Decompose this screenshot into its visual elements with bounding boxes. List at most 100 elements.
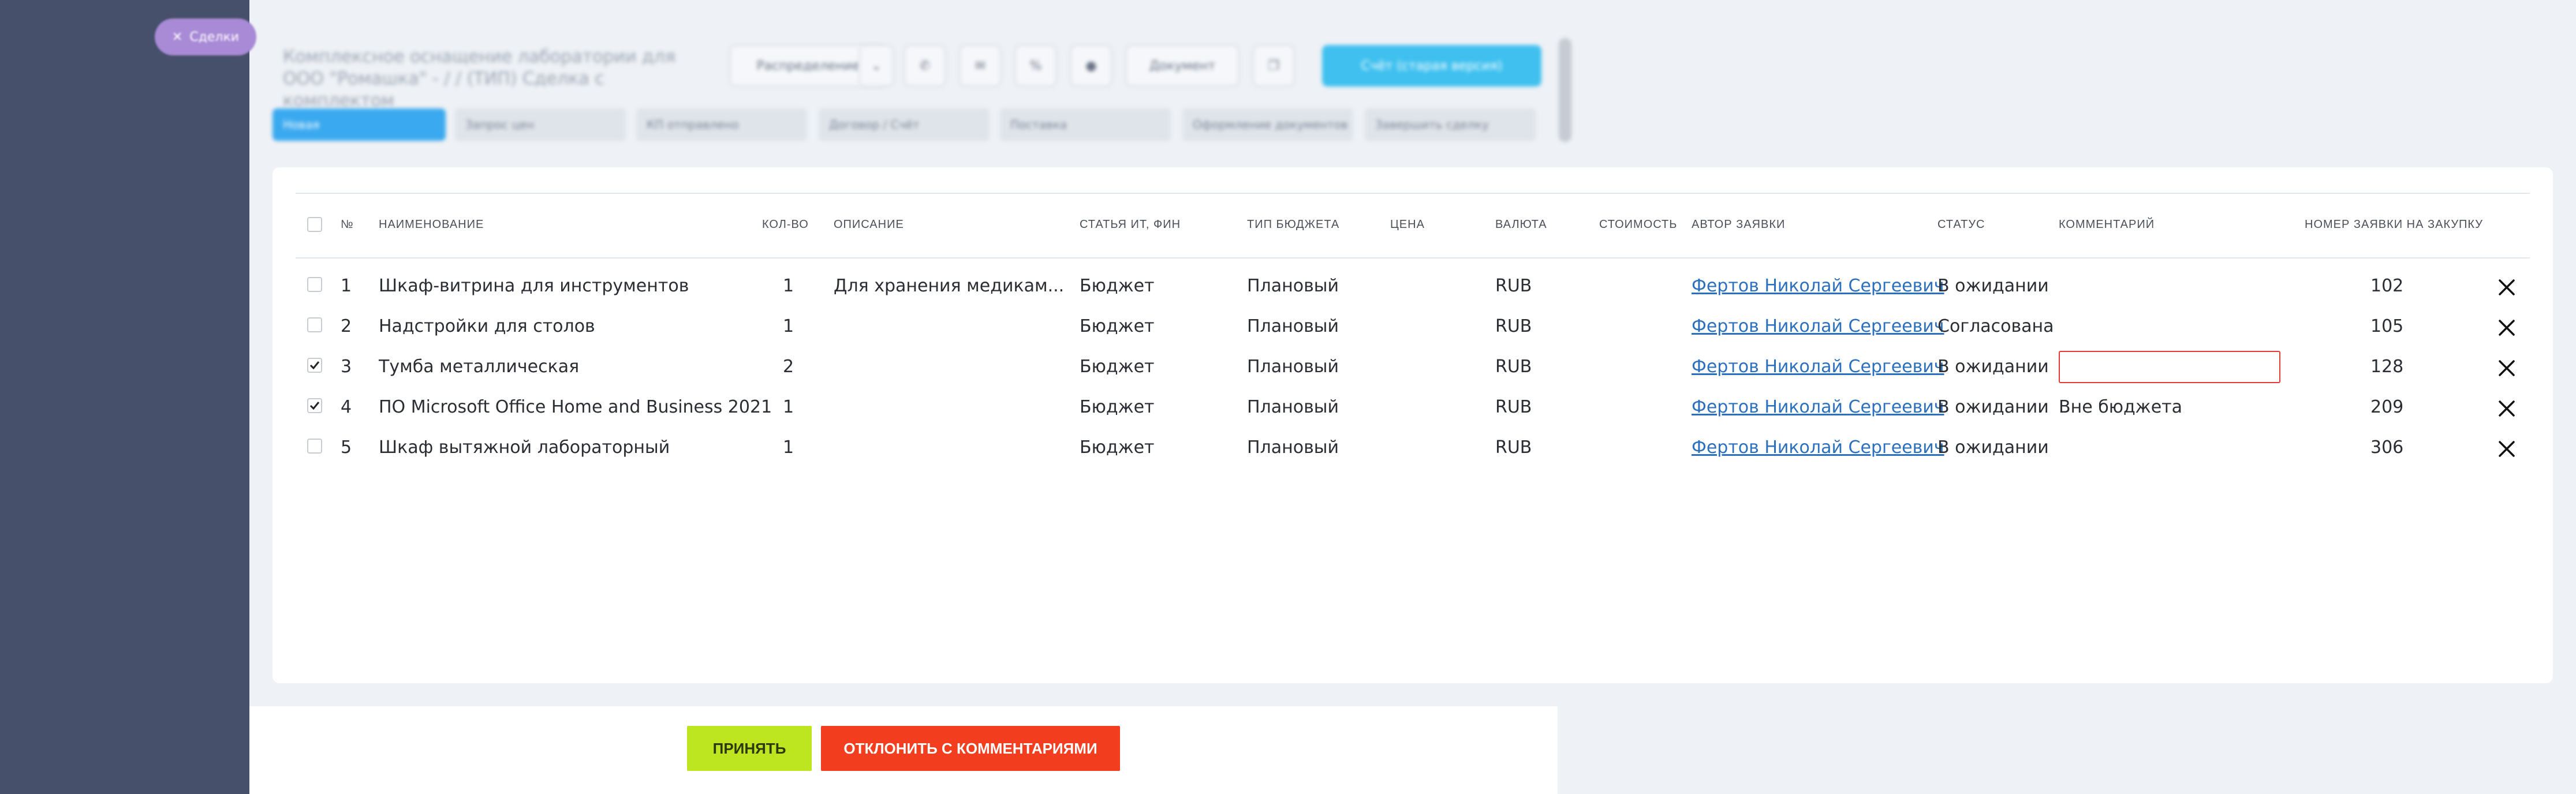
row-currency: RUB <box>1495 437 1532 458</box>
stage-tag[interactable]: Новая <box>272 108 446 141</box>
row-desc: Для хранения медикам... <box>834 276 1065 296</box>
col-price: ЦЕНА <box>1390 218 1425 231</box>
col-status: СТАТУС <box>1937 218 1985 231</box>
row-status: Согласована <box>1937 316 2054 336</box>
row-num: 5 <box>341 437 352 458</box>
close-icon[interactable] <box>2496 317 2517 338</box>
author-link[interactable]: Фертов Николай Сергеевич <box>1692 357 1944 377</box>
row-qty: 1 <box>783 397 794 417</box>
check-icon <box>309 402 320 410</box>
row-budget-type: Плановый <box>1247 276 1339 296</box>
percent-icon[interactable]: % <box>1015 45 1056 87</box>
author-link[interactable]: Фертов Николай Сергеевич <box>1692 397 1944 417</box>
row-checkbox[interactable] <box>307 317 322 332</box>
phone-icon[interactable]: ✆ <box>904 45 946 87</box>
stage-tag[interactable]: Договор / Счёт <box>819 108 990 141</box>
close-icon[interactable] <box>2496 277 2517 298</box>
col-name: НАИМЕНОВАНИЕ <box>379 218 484 231</box>
select-all-checkbox[interactable] <box>307 217 322 232</box>
document-label: Документ <box>1149 58 1216 73</box>
close-icon: ✕ <box>171 29 183 44</box>
document-select[interactable]: Документ <box>1126 45 1239 87</box>
copy-icon[interactable]: ❐ <box>1253 45 1294 87</box>
col-qty: КОЛ-ВО <box>762 218 809 231</box>
row-budget-type: Плановый <box>1247 437 1339 458</box>
row-request-num: 128 <box>2370 357 2404 377</box>
row-name: Шкаф вытяжной лабораторный <box>379 437 670 458</box>
col-num: № <box>341 218 354 231</box>
row-num: 2 <box>341 316 352 336</box>
row-status: В ожидании <box>1937 397 2049 417</box>
stage-tag[interactable]: Запрос цен <box>455 108 626 141</box>
sidebar <box>0 0 249 794</box>
row-request-num: 209 <box>2370 397 2404 417</box>
reject-with-comments-button[interactable]: ОТКЛОНИТЬ С КОММЕНТАРИЯМИ <box>821 726 1120 771</box>
scrollbar[interactable] <box>1559 38 1571 142</box>
close-icon[interactable] <box>2496 358 2517 379</box>
comment-input[interactable] <box>2059 351 2280 383</box>
row-name: ПО Microsoft Office Home and Business 20… <box>379 397 772 417</box>
row-currency: RUB <box>1495 316 1532 336</box>
author-link[interactable]: Фертов Николай Сергеевич <box>1692 276 1944 296</box>
row-comment: Вне бюджета <box>2059 397 2183 417</box>
col-cost: СТОИМОСТЬ <box>1599 218 1678 231</box>
col-article: СТАТЬЯ ИТ, ФИН <box>1080 218 1181 231</box>
close-icon[interactable] <box>2496 439 2517 459</box>
close-icon[interactable] <box>2496 398 2517 419</box>
row-num: 3 <box>341 357 352 377</box>
row-checkbox[interactable] <box>307 277 322 292</box>
row-request-num: 102 <box>2370 276 2404 296</box>
deals-button-label: Сделки <box>189 29 240 44</box>
deals-button[interactable]: ✕ Сделки <box>155 18 256 55</box>
col-desc: ОПИСАНИЕ <box>834 218 904 231</box>
stage-tag[interactable]: Поставка <box>1000 108 1171 141</box>
row-num: 1 <box>341 276 352 296</box>
row-request-num: 105 <box>2370 316 2404 336</box>
col-author: АВТОР ЗАЯВКИ <box>1692 218 1786 231</box>
row-qty: 1 <box>783 437 794 458</box>
distribution-label: Распределение <box>756 58 860 73</box>
row-qty: 2 <box>783 357 794 377</box>
row-status: В ожидании <box>1937 276 2049 296</box>
row-name: Тумба металлическая <box>379 357 580 377</box>
col-comment: КОММЕНТАРИЙ <box>2059 218 2155 231</box>
mail-icon[interactable]: ✉ <box>960 45 1001 87</box>
divider <box>296 193 2530 194</box>
row-name: Надстройки для столов <box>379 316 595 336</box>
stage-tag[interactable]: Оформление документов <box>1182 108 1353 141</box>
row-article: Бюджет <box>1080 316 1155 336</box>
author-link[interactable]: Фертов Николай Сергеевич <box>1692 437 1944 458</box>
accept-button[interactable]: ПРИНЯТЬ <box>687 726 812 771</box>
deal-title: Комплексное оснащение лаборатории для ОО… <box>283 47 675 111</box>
invoice-button[interactable]: Счёт (старая версия) <box>1322 45 1541 87</box>
row-checkbox[interactable] <box>307 358 322 373</box>
col-currency: ВАЛЮТА <box>1495 218 1547 231</box>
chevron-down-icon[interactable]: ⌄ <box>859 45 894 87</box>
row-budget-type: Плановый <box>1247 357 1339 377</box>
row-name: Шкаф-витрина для инструментов <box>379 276 689 296</box>
row-article: Бюджет <box>1080 276 1155 296</box>
items-panel: № НАИМЕНОВАНИЕ КОЛ-ВО ОПИСАНИЕ СТАТЬЯ ИТ… <box>272 167 2553 683</box>
row-qty: 1 <box>783 276 794 296</box>
stage-tag[interactable]: КП отправлено <box>636 108 807 141</box>
row-request-num: 306 <box>2370 437 2404 458</box>
row-article: Бюджет <box>1080 357 1155 377</box>
row-checkbox[interactable] <box>307 398 322 413</box>
stage-tag[interactable]: Завершить сделку <box>1365 108 1536 141</box>
col-budget-type: ТИП БЮДЖЕТА <box>1247 218 1340 231</box>
row-article: Бюджет <box>1080 397 1155 417</box>
row-currency: RUB <box>1495 276 1532 296</box>
row-budget-type: Плановый <box>1247 397 1339 417</box>
row-status: В ожидании <box>1937 357 2049 377</box>
author-link[interactable]: Фертов Николай Сергеевич <box>1692 316 1944 336</box>
row-currency: RUB <box>1495 397 1532 417</box>
col-request-num: НОМЕР ЗАЯВКИ НА ЗАКУПКУ <box>2305 218 2483 231</box>
row-article: Бюджет <box>1080 437 1155 458</box>
record-icon[interactable]: ● <box>1070 45 1112 87</box>
invoice-label: Счёт (старая версия) <box>1361 58 1503 73</box>
row-num: 4 <box>341 397 352 417</box>
row-budget-type: Плановый <box>1247 316 1339 336</box>
row-checkbox[interactable] <box>307 439 322 454</box>
row-qty: 1 <box>783 316 794 336</box>
row-currency: RUB <box>1495 357 1532 377</box>
